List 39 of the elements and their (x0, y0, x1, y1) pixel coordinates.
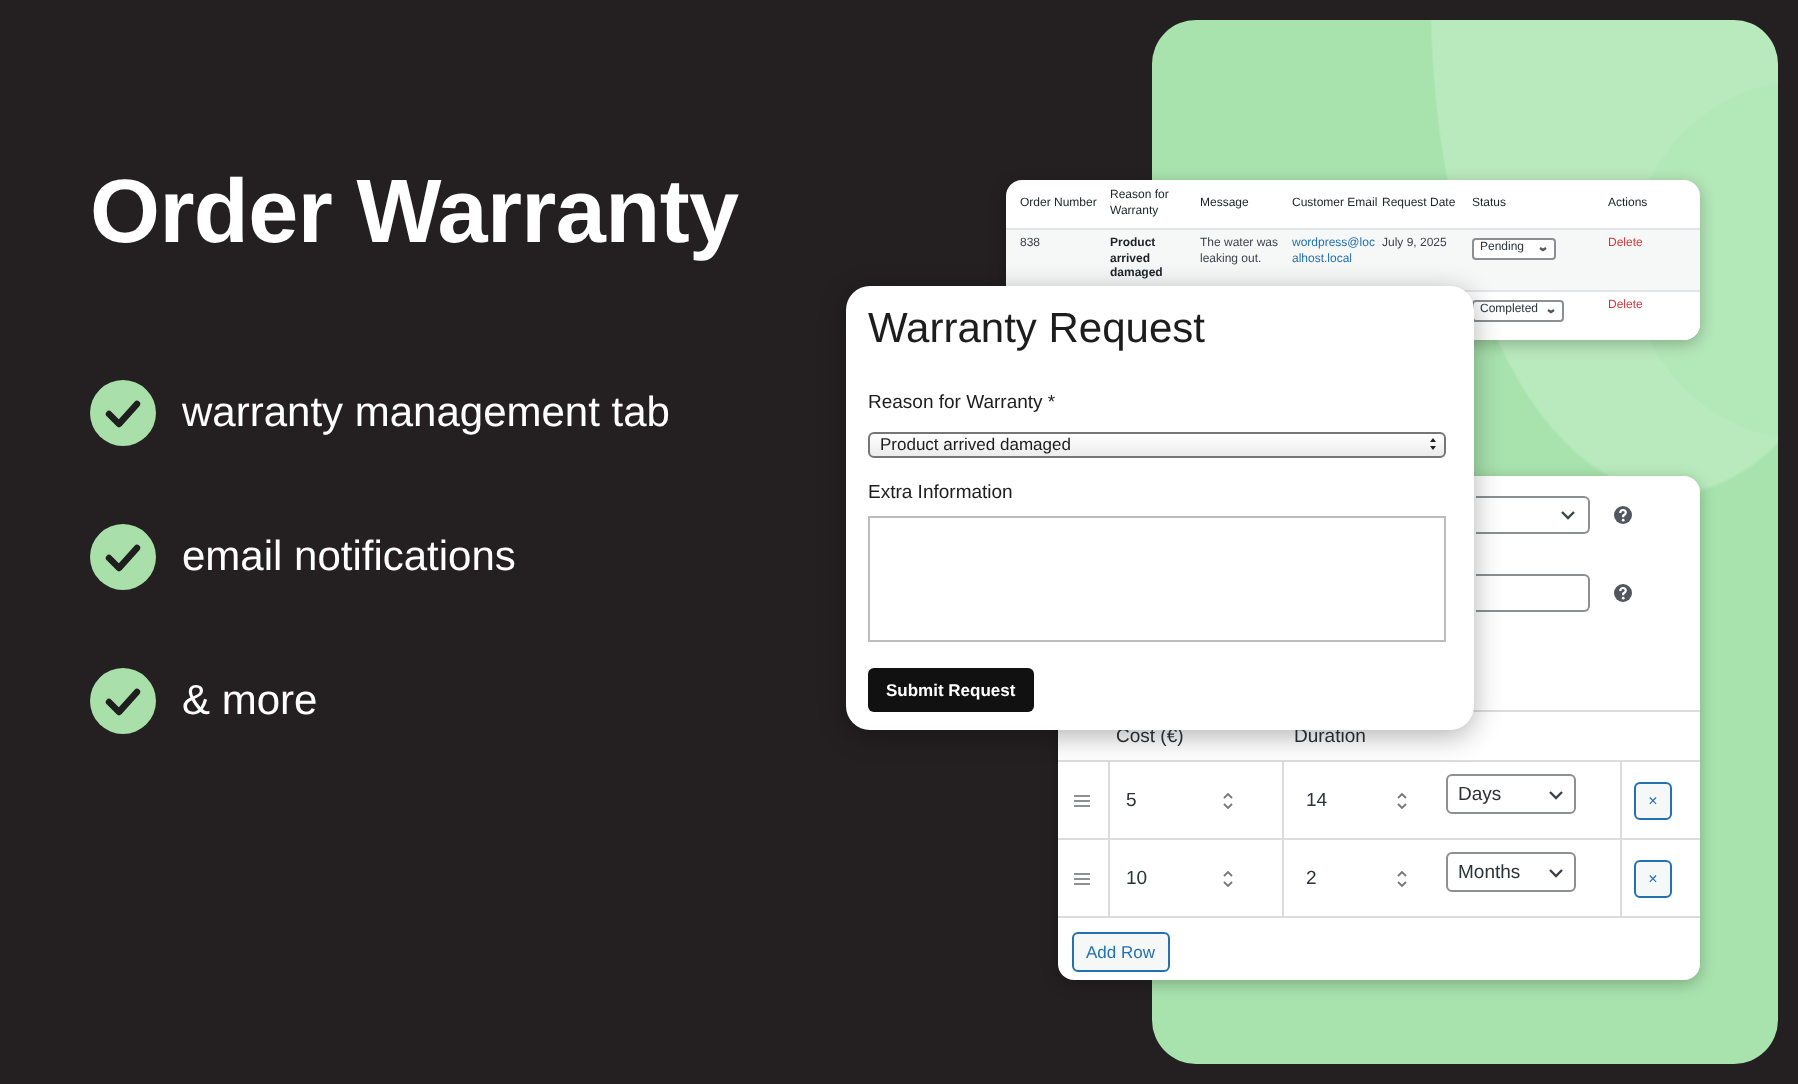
check-icon (90, 668, 156, 734)
chevron-icon (1538, 246, 1548, 252)
unit-select[interactable]: Days (1446, 774, 1576, 814)
spinner-icon (1394, 867, 1410, 889)
drag-handle-icon (1074, 793, 1090, 807)
text-area[interactable] (868, 515, 1446, 643)
remove-button[interactable]: × (1634, 781, 1672, 819)
add-row-button[interactable]: Add Row (1072, 932, 1169, 972)
spinner-icon (1220, 789, 1236, 811)
help-icon (1614, 506, 1632, 524)
unit-select[interactable]: Months (1446, 852, 1576, 892)
spinner-icon (1394, 789, 1410, 811)
check-icon (90, 380, 156, 446)
feature-text: email notifications (182, 533, 516, 581)
page-title: Order Warranty (90, 160, 739, 264)
reason-select[interactable]: Product arrived damaged (868, 432, 1446, 458)
feature-text: & more (182, 677, 318, 725)
column-header: Duration (1292, 725, 1368, 747)
chevron-icon (1548, 867, 1564, 877)
form-title: Warranty Request (868, 304, 1205, 356)
submit-button[interactable]: Submit Request (868, 668, 1034, 712)
remove-button[interactable]: × (1634, 859, 1672, 897)
check-icon (90, 524, 156, 590)
chevron-icon (1548, 789, 1564, 799)
cost-input[interactable]: 10 (1126, 867, 1220, 889)
duration-input[interactable]: 14 (1306, 789, 1394, 811)
cost-input[interactable]: 5 (1126, 789, 1220, 811)
updown-icon (1428, 436, 1438, 453)
field-label: Extra Information (868, 479, 1013, 508)
select-field[interactable] (1476, 496, 1590, 534)
feature-text: warranty management tab (182, 389, 670, 437)
duration-input[interactable]: 2 (1306, 867, 1394, 889)
drag-handle-icon (1074, 871, 1090, 885)
spinner-icon (1220, 867, 1236, 889)
help-icon (1614, 584, 1632, 602)
chevron-icon (1560, 510, 1576, 520)
input-field[interactable] (1476, 574, 1590, 612)
chevron-icon (1546, 308, 1557, 314)
field-label: Reason for Warranty * (868, 390, 1056, 418)
